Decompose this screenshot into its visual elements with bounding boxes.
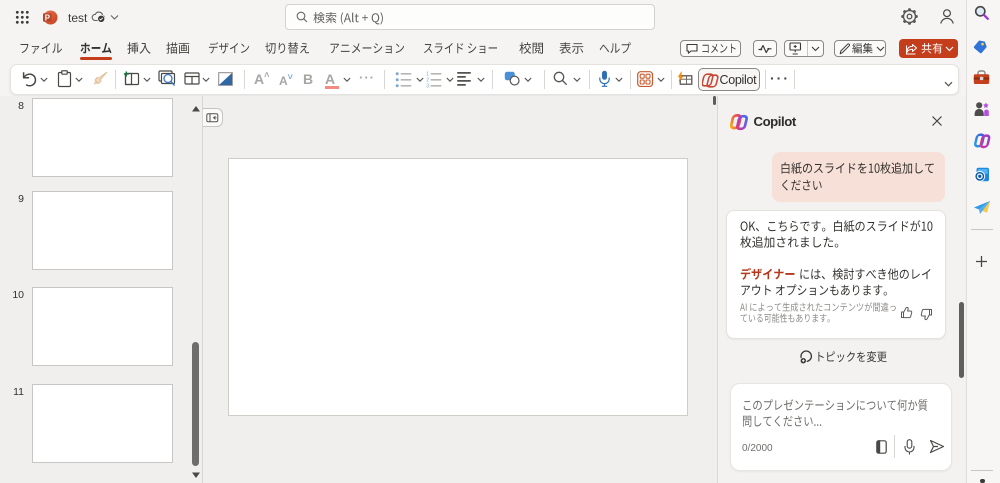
svg-text:P: P: [45, 13, 50, 22]
svg-text:3: 3: [426, 83, 429, 87]
